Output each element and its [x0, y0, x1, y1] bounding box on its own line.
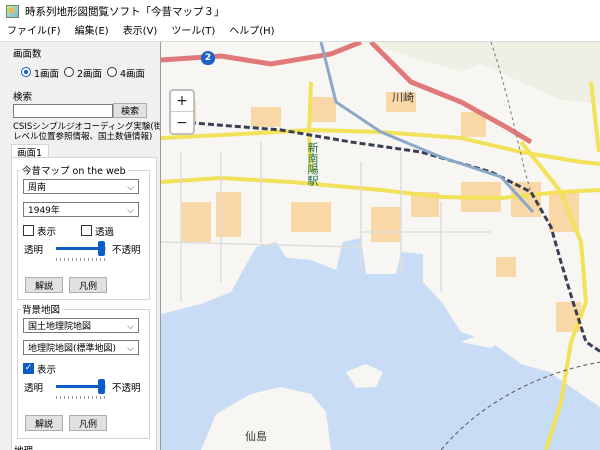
menu-tools[interactable]: ツール(T) [164, 22, 222, 41]
year-select[interactable]: 1949年 ⌵ [23, 202, 139, 217]
konjaku-slider-ticks [56, 258, 106, 261]
radio-2-screen-label[interactable]: 2画面 [77, 66, 102, 80]
konjaku-opacity-slider[interactable] [98, 241, 105, 256]
app-map-icon [6, 4, 19, 18]
label-sento: 仙島 [245, 430, 267, 443]
search-label: 検索 [13, 92, 33, 103]
background-type-select[interactable]: 地理院地図(標準地図) ⌵ [23, 340, 139, 355]
background-source-select[interactable]: 国土地理院地図 ⌵ [23, 318, 139, 333]
background-label: 背景地図 [20, 302, 63, 316]
background-hanrei-button[interactable]: 凡例 [69, 415, 107, 431]
screen-count-label: 画面数 [13, 49, 42, 60]
background-slider-max-label: 不透明 [112, 383, 141, 394]
menu-file[interactable]: ファイル(F) [0, 22, 68, 41]
menu-bar: ファイル(F) 編集(E) 表示(V) ツール(T) ヘルプ(H) [0, 22, 600, 42]
title-bar: 時系列地形図閲覧ソフト「今昔マップ３」 [0, 0, 600, 23]
background-slider-min-label: 透明 [24, 383, 44, 394]
chevron-down-icon: ⌵ [127, 183, 134, 193]
radio-2-screen[interactable] [64, 67, 74, 77]
konjaku-hanrei-button[interactable]: 凡例 [69, 277, 107, 293]
background-show-label: 表示 [37, 365, 57, 376]
background-opacity-fill [56, 385, 101, 388]
radio-4-screen[interactable] [107, 67, 117, 77]
background-legend-button[interactable]: 解説 [25, 415, 63, 431]
geocoding-note-line2: レベル位置参照情報、国土数値情報) [13, 132, 153, 142]
zoom-out-button[interactable]: − [171, 112, 193, 133]
next-section-label: 地理 [14, 443, 33, 450]
background-show-checkbox[interactable]: ✓ [23, 363, 34, 374]
menu-view[interactable]: 表示(V) [116, 22, 165, 41]
radio-4-screen-label[interactable]: 4画面 [120, 66, 145, 80]
map-canvas [161, 42, 600, 450]
label-station: 新南陽駅 [306, 142, 319, 186]
zoom-control: + − [169, 89, 195, 135]
radio-1-screen[interactable] [21, 67, 31, 77]
map-view[interactable]: 2 + − 川崎 新南陽駅 仙島 [160, 42, 600, 450]
konjaku-slider-min-label: 透明 [24, 245, 44, 256]
region-select[interactable]: 周南 ⌵ [23, 179, 139, 194]
menu-help[interactable]: ヘルプ(H) [222, 22, 281, 41]
konjaku-show-label: 表示 [37, 227, 57, 238]
radio-1-screen-label[interactable]: 1画面 [34, 66, 59, 80]
konjaku-transparent-label: 透過 [95, 227, 115, 238]
konjaku-legend-button[interactable]: 解説 [25, 277, 63, 293]
control-panel: 画面数 1画面 2画面 4画面 検索 検索 CSISシンプルジオコーディング実験… [0, 42, 160, 450]
label-kawasaki: 川崎 [392, 91, 414, 104]
zoom-in-button[interactable]: + [171, 91, 193, 112]
konjaku-transparent-checkbox[interactable] [81, 225, 92, 236]
menu-edit[interactable]: 編集(E) [68, 22, 116, 41]
konjaku-show-checkbox[interactable] [23, 225, 34, 236]
window-title: 時系列地形図閲覧ソフト「今昔マップ３」 [25, 5, 225, 18]
region-value: 周南 [28, 183, 47, 193]
konjaku-label: 今昔マップ on the web [20, 163, 128, 177]
chevron-down-icon: ⌵ [127, 344, 134, 354]
search-input[interactable] [13, 104, 113, 118]
year-value: 1949年 [28, 206, 60, 216]
background-type-value: 地理院地図(標準地図) [28, 344, 117, 354]
tab-screen1[interactable]: 画面1 [11, 144, 49, 159]
background-opacity-slider[interactable] [98, 379, 105, 394]
chevron-down-icon: ⌵ [127, 206, 134, 216]
background-source-value: 国土地理院地図 [28, 322, 92, 332]
route-shield: 2 [201, 51, 215, 65]
search-button[interactable]: 検索 [113, 103, 147, 118]
national-road [161, 42, 362, 67]
background-slider-ticks [56, 396, 106, 399]
konjaku-slider-max-label: 不透明 [112, 245, 141, 256]
konjaku-opacity-fill [56, 247, 101, 250]
chevron-down-icon: ⌵ [127, 322, 134, 332]
